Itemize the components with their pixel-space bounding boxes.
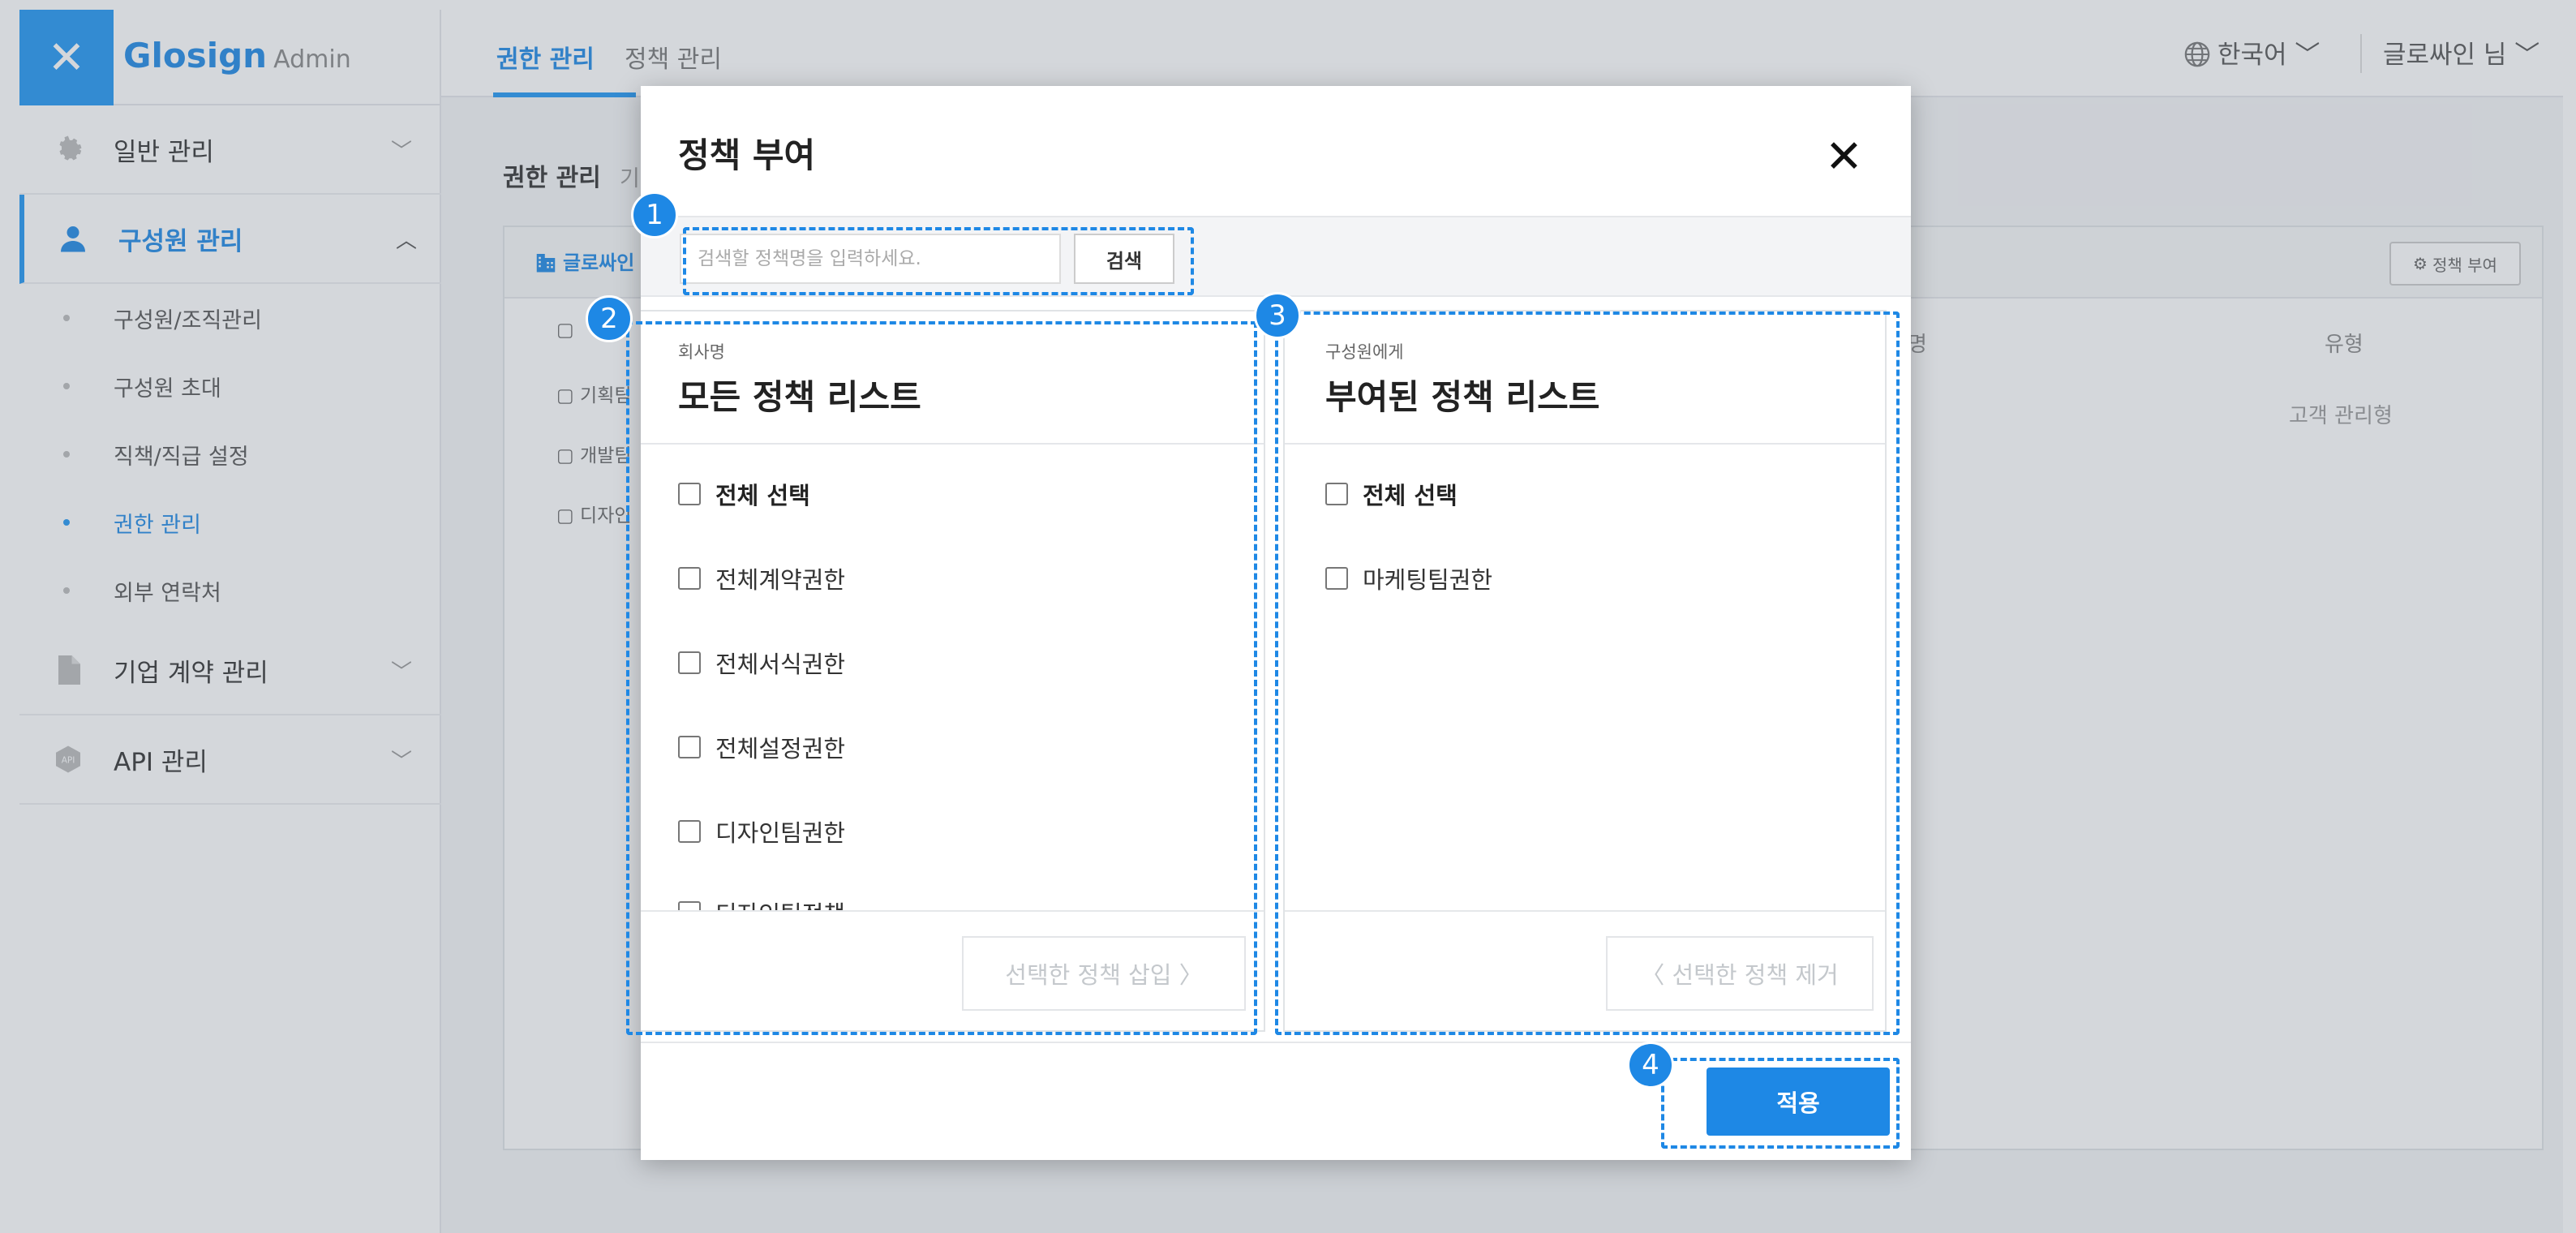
annotation-box-1 bbox=[683, 227, 1194, 295]
divider bbox=[641, 1042, 1911, 1043]
annotation-box-3 bbox=[1275, 311, 1900, 1035]
annotation-box-2 bbox=[626, 321, 1257, 1035]
modal-title: 정책 부여 bbox=[678, 135, 816, 175]
annotation-badge-2: 2 bbox=[586, 295, 633, 342]
annotation-box-4 bbox=[1661, 1058, 1900, 1149]
annotation-badge-1: 1 bbox=[631, 191, 678, 238]
annotation-badge-3: 3 bbox=[1254, 292, 1301, 339]
modal-header: 정책 부여 ✕ bbox=[641, 86, 1911, 217]
close-icon[interactable]: ✕ bbox=[1825, 135, 1863, 180]
annotation-badge-4: 4 bbox=[1627, 1042, 1674, 1089]
